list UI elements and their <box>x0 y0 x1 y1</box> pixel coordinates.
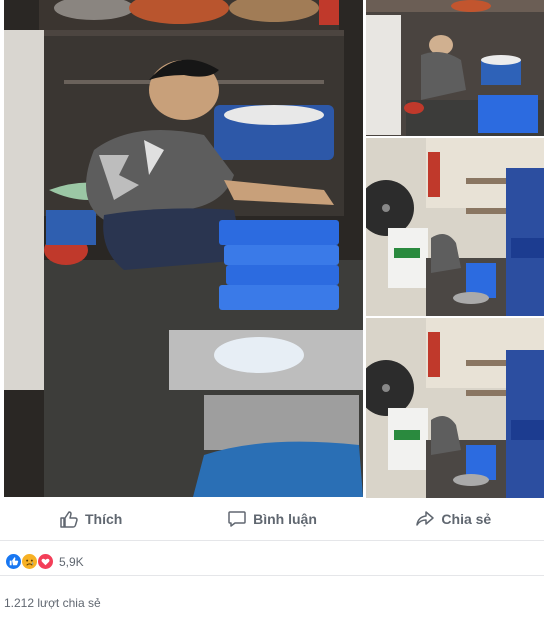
thumbs-up-icon <box>60 511 78 528</box>
thumbnail-photo-1[interactable] <box>366 0 544 136</box>
sad-icon <box>21 553 38 570</box>
main-photo[interactable] <box>4 0 363 497</box>
comment-label: Bình luận <box>253 511 317 527</box>
share-button[interactable]: Chia sẻ <box>363 498 544 540</box>
love-icon <box>37 553 54 570</box>
thumbnail-photo-3[interactable] <box>366 318 544 498</box>
like-button[interactable]: Thích <box>0 498 181 540</box>
reaction-icons <box>5 553 54 570</box>
photo-gallery <box>0 0 544 498</box>
share-label: Chia sẻ <box>441 511 492 527</box>
comment-icon <box>228 511 246 527</box>
share-arrow-icon <box>416 511 435 526</box>
post-action-bar: Thích Bình luận Chia sẻ <box>0 498 544 541</box>
reactions-summary[interactable]: 5,9K <box>0 548 544 576</box>
comment-button[interactable]: Bình luận <box>181 498 362 540</box>
like-icon <box>5 553 22 570</box>
reaction-count: 5,9K <box>59 554 84 569</box>
thumbnail-photo-2[interactable] <box>366 138 544 316</box>
like-label: Thích <box>84 511 123 527</box>
share-count[interactable]: 1.212 lượt chia sẻ <box>4 596 101 610</box>
